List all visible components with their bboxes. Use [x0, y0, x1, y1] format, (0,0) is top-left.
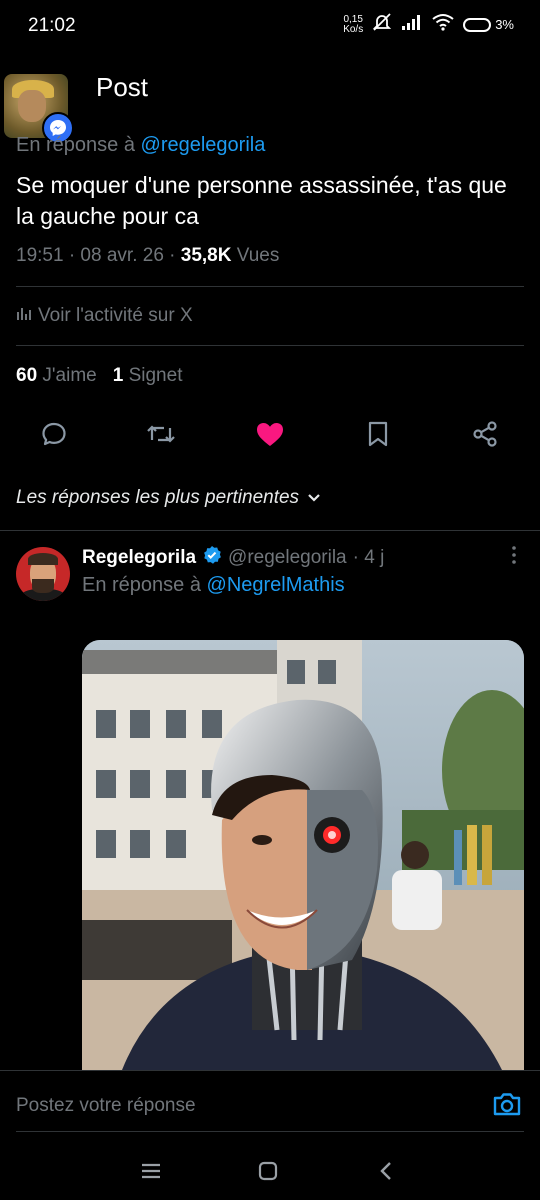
- tweet-text: Se moquer d'une personne assassinée, t'a…: [16, 172, 507, 229]
- heart-filled-icon: [255, 420, 285, 453]
- status-icons: 0,15 Ko/s 3%: [343, 12, 514, 37]
- battery-icon: [463, 17, 492, 32]
- bookmark-button[interactable]: [360, 418, 396, 454]
- system-nav-bar: [0, 1140, 540, 1200]
- chevron-down-icon: [307, 487, 321, 509]
- home-nav-icon[interactable]: [253, 1156, 283, 1186]
- network-speed: 0,15 Ko/s: [343, 13, 364, 35]
- reply-handle-link[interactable]: @regelegorila: [141, 134, 266, 156]
- replying-to-line: En réponse à @regelegorila: [16, 134, 266, 156]
- back-nav-icon[interactable]: [371, 1156, 401, 1186]
- reply-input[interactable]: Postez votre réponse: [16, 1095, 196, 1117]
- top-bar: Post: [0, 60, 540, 144]
- engagement-stats: 60 J'aime 1 Signet: [16, 365, 182, 387]
- reply-age: · 4 j: [352, 547, 385, 568]
- verified-badge-icon: [202, 545, 222, 571]
- camera-icon[interactable]: [492, 1091, 522, 1122]
- replies-sort-dropdown[interactable]: Les réponses les plus pertinentes: [16, 487, 321, 509]
- repost-button[interactable]: [143, 418, 179, 454]
- menu-nav-icon[interactable]: [136, 1156, 166, 1186]
- like-button[interactable]: [252, 418, 288, 454]
- bookmark-icon: [366, 420, 390, 453]
- tweet-timestamp[interactable]: 19:51 · 08 avr. 26 ·: [16, 245, 181, 266]
- reply-header: Regelegorila @regelegorila · 4 j: [82, 545, 384, 571]
- wifi-icon: [431, 13, 455, 36]
- reply-button[interactable]: [36, 418, 72, 454]
- tweet-meta: 19:51 · 08 avr. 26 · 35,8K Vues: [16, 245, 280, 266]
- reply-icon: [40, 420, 68, 453]
- reply-author-name[interactable]: Regelegorila: [82, 547, 196, 569]
- views-count: 35,8K: [180, 245, 232, 266]
- share-icon: [471, 420, 499, 453]
- bookmarks-stat[interactable]: 1 Signet: [113, 365, 183, 387]
- view-activity-link[interactable]: Voir l'activité sur X: [16, 305, 193, 327]
- divider: [16, 345, 524, 346]
- share-button[interactable]: [467, 418, 503, 454]
- analytics-icon: [16, 305, 32, 327]
- mute-icon: [371, 12, 393, 37]
- status-bar: 21:02 0,15 Ko/s 3%: [0, 0, 540, 52]
- more-options-icon[interactable]: [506, 544, 522, 571]
- reply-composer: Postez votre réponse: [0, 1070, 540, 1132]
- repost-icon: [146, 420, 176, 453]
- reply-media-image[interactable]: [82, 640, 524, 1070]
- reply-mention-link[interactable]: @NegrelMathis: [207, 574, 345, 596]
- likes-stat[interactable]: 60 J'aime: [16, 365, 97, 387]
- status-time: 21:02: [28, 15, 76, 36]
- photo-cyborg-face: [82, 640, 524, 1070]
- reply-replying-to-line: En réponse à @NegrelMathis: [82, 574, 345, 596]
- divider: [16, 286, 524, 287]
- page-title: Post: [96, 72, 149, 102]
- divider: [0, 530, 540, 531]
- signal-icon: [401, 13, 423, 36]
- battery-indicator: 3%: [463, 17, 514, 32]
- tweet-actions: [0, 418, 540, 454]
- reply-author-avatar[interactable]: [16, 547, 70, 601]
- reply-author-handle[interactable]: @regelegorila: [228, 547, 347, 569]
